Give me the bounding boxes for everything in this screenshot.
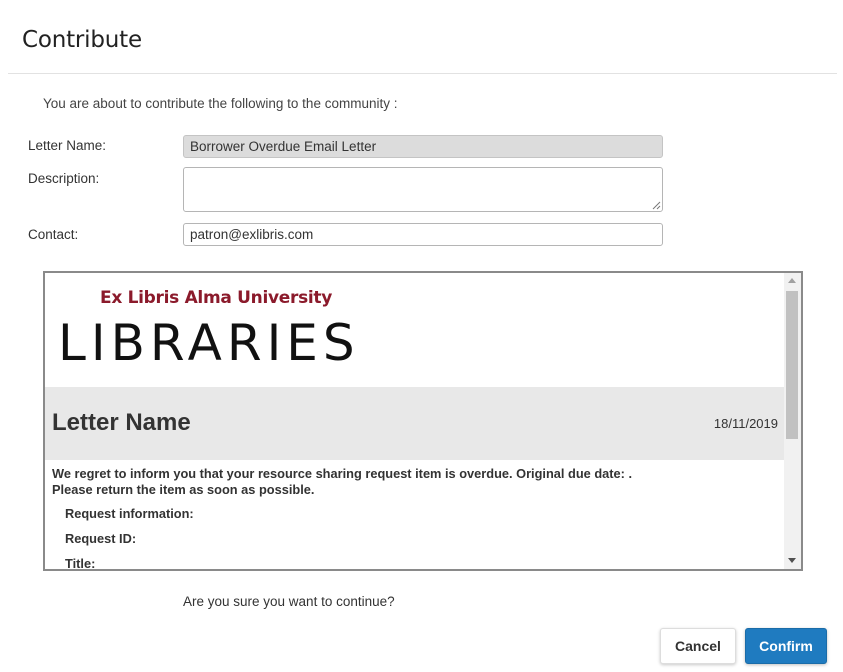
letter-body-line: We regret to inform you that your resour…: [52, 466, 633, 481]
letter-preview-content: Ex Libris Alma University LIBRARIES Lett…: [45, 273, 784, 569]
letter-body-text: We regret to inform you that your resour…: [52, 466, 632, 498]
scrollbar-thumb[interactable]: [786, 291, 798, 439]
letter-date: 18/11/2019: [713, 416, 778, 431]
letter-name-heading: Letter Name: [52, 409, 191, 436]
letter-body-line: Please return the item as soon as possib…: [52, 482, 315, 497]
request-id-label: Request ID:: [65, 531, 137, 546]
preview-scrollbar[interactable]: [784, 273, 801, 569]
dialog-title: Contribute: [22, 27, 142, 53]
contact-label: Contact:: [28, 227, 79, 242]
org-name: Ex Libris Alma University: [100, 288, 333, 308]
letter-name-field[interactable]: [183, 135, 663, 158]
confirm-button[interactable]: Confirm: [745, 628, 827, 664]
letter-name-label: Letter Name:: [28, 138, 107, 153]
letter-preview-frame[interactable]: Ex Libris Alma University LIBRARIES Lett…: [43, 271, 803, 571]
title-divider: [8, 73, 837, 74]
confirm-question: Are you sure you want to continue?: [183, 594, 395, 609]
request-information-label: Request information:: [65, 506, 194, 521]
letter-header: Letter Name 18/11/2019: [45, 387, 784, 460]
triangle-up-icon[interactable]: [788, 278, 796, 283]
contact-field[interactable]: [183, 223, 663, 246]
description-label: Description:: [28, 171, 100, 186]
description-field[interactable]: [183, 167, 663, 212]
intro-text: You are about to contribute the followin…: [43, 96, 398, 111]
triangle-down-icon[interactable]: [788, 558, 796, 563]
libraries-logo: LIBRARIES: [58, 314, 360, 372]
title-label: Title:: [65, 556, 96, 569]
cancel-button[interactable]: Cancel: [660, 628, 736, 664]
